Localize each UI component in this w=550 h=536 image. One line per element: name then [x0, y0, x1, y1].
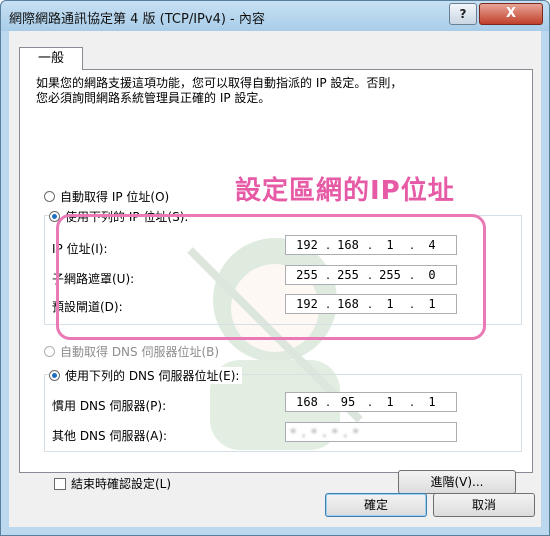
octet: 1 [386, 395, 394, 409]
manual-dns-label: 使用下列的 DNS 伺服器位址(E): [65, 369, 240, 383]
radio-icon [44, 191, 55, 202]
window-title: 網際網路通訊協定第 4 版 (TCP/IPv4) - 內容 [9, 12, 265, 27]
octet-separator: . [410, 395, 414, 409]
general-tab-panel: 如果您的網路支援這項功能，您可以取得自動指派的 IP 設定。否則， 您必須詢問網… [19, 69, 533, 494]
alternate-dns-input[interactable]: *.*.*.* [285, 422, 457, 442]
obscured-dns-value: *.*.*.* [290, 426, 364, 440]
close-button[interactable]: X [479, 3, 543, 25]
checkbox-icon [54, 477, 66, 490]
auto-ip-label: 自動取得 IP 位址(O) [60, 190, 170, 204]
octet: 168 [296, 395, 318, 409]
annotation-text: 設定區網的IP位址 [235, 176, 455, 206]
auto-ip-radio[interactable]: 自動取得 IP 位址(O) [44, 188, 169, 205]
ip-highlight-annotation [56, 214, 486, 340]
radio-selected-icon [49, 370, 60, 381]
octet: 1 [428, 395, 436, 409]
manual-dns-radio[interactable]: 使用下列的 DNS 伺服器位址(E): [49, 367, 243, 384]
dialog-window: 網際網路通訊協定第 4 版 (TCP/IPv4) - 內容 ? X 一般 如果您… [0, 0, 550, 536]
advanced-button[interactable]: 進階(V)... [398, 470, 516, 494]
title-bar[interactable]: 網際網路通訊協定第 4 版 (TCP/IPv4) - 內容 ? X [1, 1, 549, 31]
help-button[interactable]: ? [449, 3, 477, 25]
tab-general[interactable]: 一般 [19, 47, 83, 70]
preferred-dns-input[interactable]: 168 . 95 . 1 . 1 [285, 392, 457, 412]
preferred-dns-label: 慣用 DNS 伺服器(P): [52, 399, 167, 413]
dialog-client-area: 一般 如果您的網路支援這項功能，您可以取得自動指派的 IP 設定。否則， 您必須… [9, 31, 541, 527]
alternate-dns-label: 其他 DNS 伺服器(A): [52, 429, 168, 443]
cancel-button[interactable]: 取消 [433, 493, 535, 517]
ok-button[interactable]: 確定 [325, 493, 427, 517]
octet-separator: . [326, 395, 330, 409]
validate-on-exit-label: 結束時確認設定(L) [71, 477, 172, 491]
radio-icon [44, 346, 55, 357]
description-text: 如果您的網路支援這項功能，您可以取得自動指派的 IP 設定。否則， 您必須詢問網… [36, 76, 403, 105]
auto-dns-radio[interactable]: 自動取得 DNS 伺服器位址(B) [44, 343, 219, 360]
octet-separator: . [368, 395, 372, 409]
validate-on-exit-checkbox[interactable]: 結束時確認設定(L) [54, 475, 171, 492]
auto-dns-label: 自動取得 DNS 伺服器位址(B) [60, 345, 220, 359]
octet: 95 [340, 395, 356, 409]
